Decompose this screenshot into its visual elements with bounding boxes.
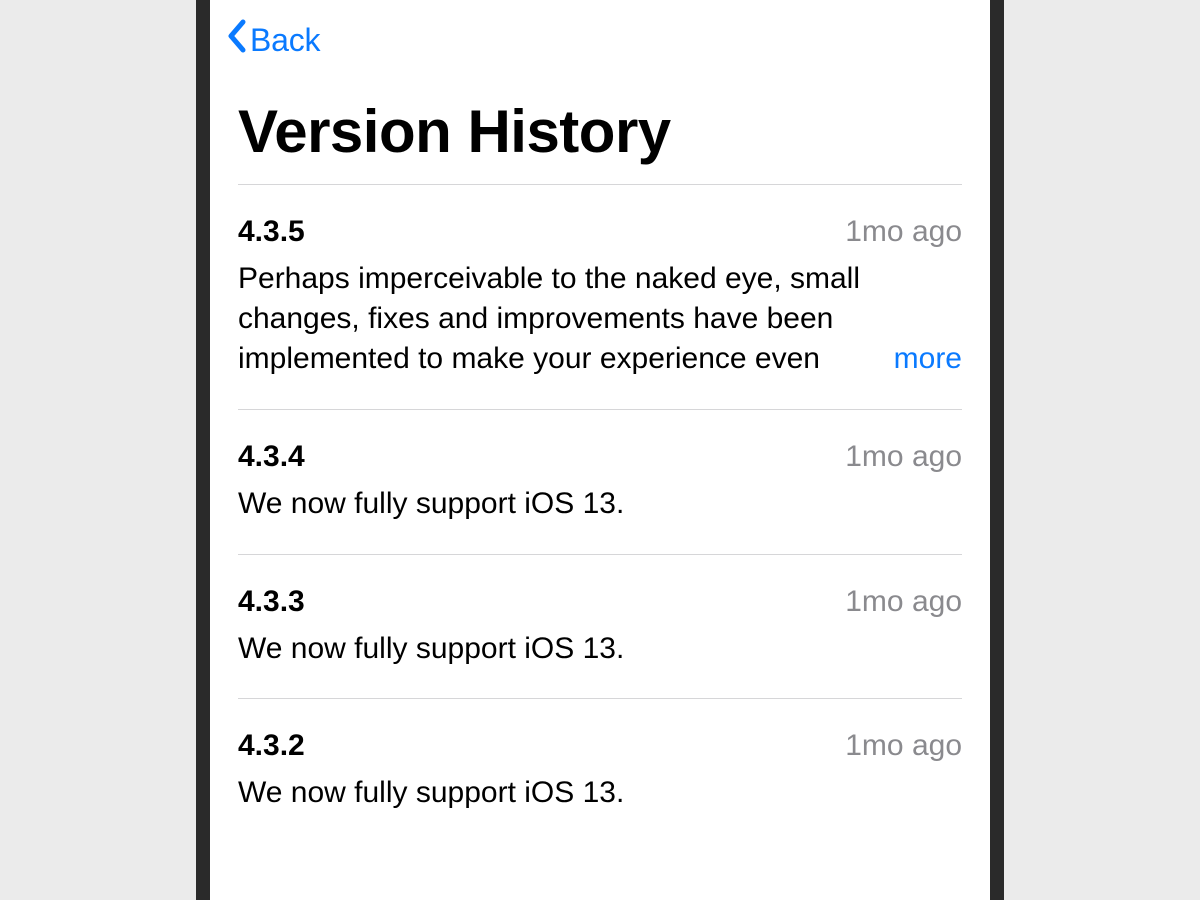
back-button[interactable]: Back (226, 18, 320, 62)
release-notes: We now fully support iOS 13. (238, 773, 962, 813)
more-button[interactable]: more (888, 339, 962, 379)
version-age: 1mo ago (845, 729, 962, 763)
version-entry: 4.3.5 1mo ago Perhaps imperceivable to t… (238, 185, 962, 410)
version-header: 4.3.4 1mo ago (238, 440, 962, 474)
version-number: 4.3.4 (238, 440, 305, 474)
release-notes: We now fully support iOS 13. (238, 484, 962, 524)
version-number: 4.3.5 (238, 215, 305, 249)
version-age: 1mo ago (845, 215, 962, 249)
release-notes-text: We now fully support iOS 13. (238, 487, 624, 520)
version-header: 4.3.5 1mo ago (238, 215, 962, 249)
version-number: 4.3.2 (238, 729, 305, 763)
version-header: 4.3.3 1mo ago (238, 585, 962, 619)
nav-bar: Back (210, 0, 990, 62)
version-entry: 4.3.2 1mo ago We now fully support iOS 1… (238, 699, 962, 823)
version-list[interactable]: 4.3.5 1mo ago Perhaps imperceivable to t… (210, 185, 990, 823)
release-notes: We now fully support iOS 13. (238, 629, 962, 669)
version-age: 1mo ago (845, 440, 962, 474)
version-entry: 4.3.4 1mo ago We now fully support iOS 1… (238, 410, 962, 555)
chevron-left-icon (226, 18, 250, 62)
release-notes: Perhaps imperceivable to the naked eye, … (238, 259, 962, 379)
version-age: 1mo ago (845, 585, 962, 619)
release-notes-text: We now fully support iOS 13. (238, 776, 624, 809)
back-label: Back (250, 22, 320, 59)
version-entry: 4.3.3 1mo ago We now fully support iOS 1… (238, 555, 962, 700)
release-notes-text: Perhaps imperceivable to the naked eye, … (238, 259, 962, 379)
page-title: Version History (210, 62, 990, 184)
device-frame: Back Version History 4.3.5 1mo ago Perha… (196, 0, 1004, 900)
release-notes-text: We now fully support iOS 13. (238, 632, 624, 665)
version-number: 4.3.3 (238, 585, 305, 619)
screen: Back Version History 4.3.5 1mo ago Perha… (210, 0, 990, 900)
version-header: 4.3.2 1mo ago (238, 729, 962, 763)
